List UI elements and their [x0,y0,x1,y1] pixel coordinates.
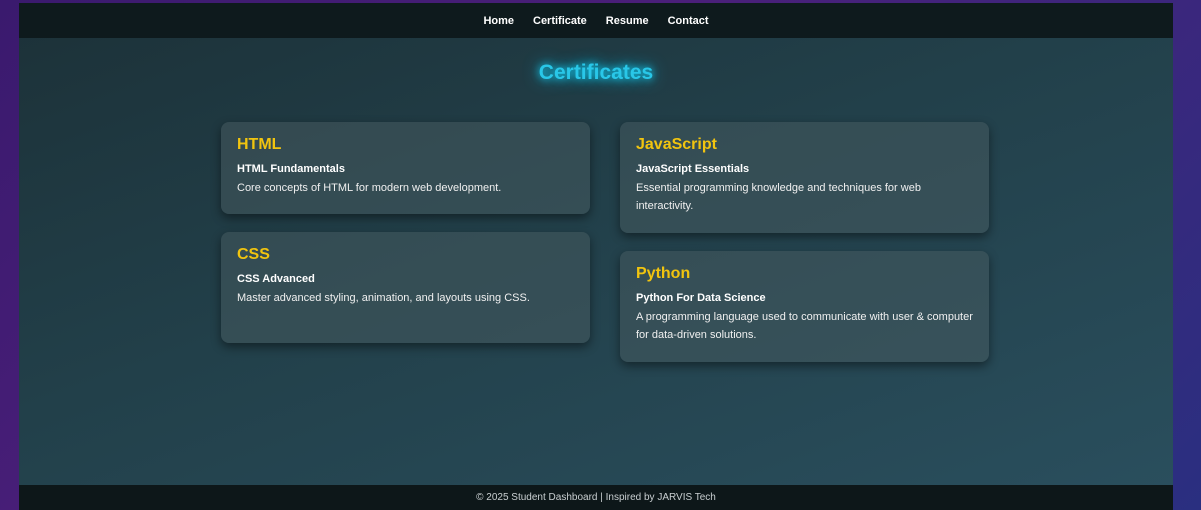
card-description: Core concepts of HTML for modern web dev… [237,182,502,194]
top-navbar: Home Certificate Resume Contact [19,3,1173,38]
card-title: Python [636,265,691,282]
card-title: JavaScript [636,136,717,153]
card-subtitle: HTML Fundamentals [237,163,345,175]
app-window: Home Certificate Resume Contact Certific… [19,3,1173,510]
card-title: HTML [237,136,282,153]
page-footer: © 2025 Student Dashboard | Inspired by J… [19,485,1173,510]
nav-resume-link[interactable]: Resume [606,15,649,27]
nav-contact-link[interactable]: Contact [668,15,709,27]
card-description: A programming language used to communica… [636,311,973,341]
page-title: Certificates [538,61,654,84]
footer-text: © 2025 Student Dashboard | Inspired by J… [476,492,716,503]
nav-certificate-link[interactable]: Certificate [533,15,587,27]
certificate-card-css: CSS CSS Advanced Master advanced styling… [221,232,590,343]
card-title: CSS [237,246,270,263]
card-subtitle: CSS Advanced [237,273,315,285]
certificate-card-python: Python Python For Data Science A program… [620,251,989,362]
card-subtitle: Python For Data Science [636,292,766,304]
certificate-card-javascript: JavaScript JavaScript Essentials Essenti… [620,122,989,233]
card-description: Master advanced styling, animation, and … [237,292,530,304]
card-description: Essential programming knowledge and tech… [636,182,921,212]
certificate-card-html: HTML HTML Fundamentals Core concepts of … [221,122,590,214]
nav-home-link[interactable]: Home [483,15,514,27]
card-subtitle: JavaScript Essentials [636,163,750,175]
